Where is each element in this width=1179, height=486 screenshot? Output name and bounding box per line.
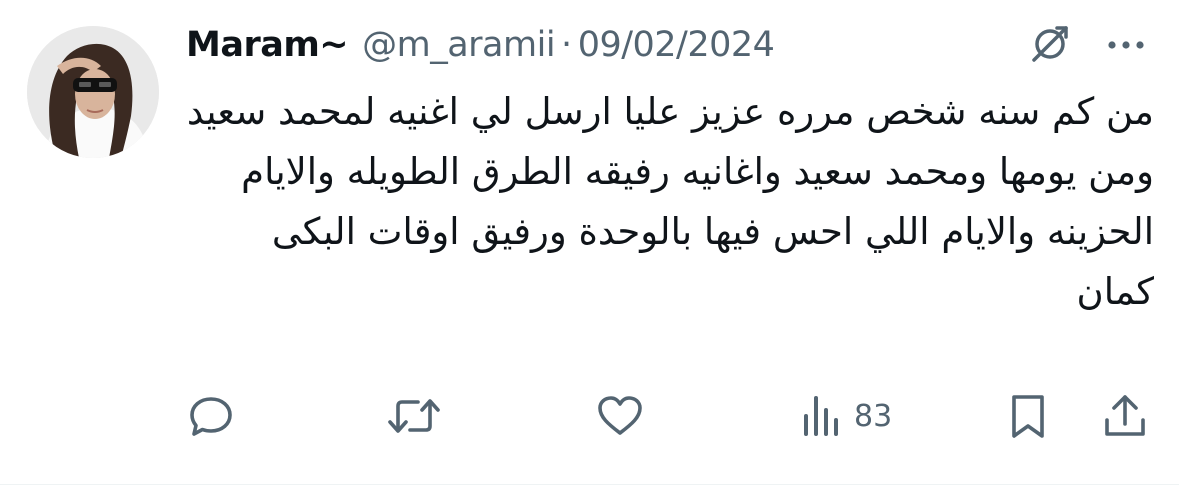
bookmark-icon bbox=[1012, 395, 1044, 438]
tweet-header: Maram~ @m_aramii · 09/02/2024 bbox=[186, 20, 775, 70]
share-button[interactable] bbox=[1100, 388, 1150, 444]
like-button[interactable] bbox=[594, 388, 646, 444]
reply-button[interactable] bbox=[185, 388, 237, 444]
heart-icon bbox=[598, 396, 642, 435]
bookmark-button[interactable] bbox=[1003, 388, 1053, 444]
user-handle[interactable]: @m_aramii bbox=[362, 25, 555, 65]
tweet-date[interactable]: 09/02/2024 bbox=[578, 25, 775, 65]
tweet-card: Maram~ @m_aramii · 09/02/2024 من كم سنه … bbox=[0, 0, 1179, 486]
tweet-paragraph: ومن يومها ومحمد سعيد واغانيه رفيقه الطرق… bbox=[241, 150, 1154, 313]
display-name[interactable]: Maram~ bbox=[186, 25, 349, 65]
tweet-text: من كم سنه شخص مرره عزيز عليا ارسل لي اغن… bbox=[186, 82, 1154, 322]
grok-icon[interactable] bbox=[1026, 20, 1074, 68]
divider bbox=[0, 484, 1179, 485]
views-button[interactable]: 83 bbox=[800, 388, 892, 444]
avatar[interactable] bbox=[27, 26, 159, 158]
retweet-icon bbox=[388, 399, 440, 433]
header-separator: · bbox=[561, 25, 572, 65]
views-count: 83 bbox=[854, 398, 893, 434]
reply-icon bbox=[190, 397, 232, 436]
avatar-photo bbox=[27, 26, 159, 158]
more-icon[interactable] bbox=[1103, 22, 1149, 68]
retweet-button[interactable] bbox=[384, 388, 444, 444]
tweet-paragraph: من كم سنه شخص مرره عزيز عليا ارسل لي اغن… bbox=[186, 90, 1154, 133]
views-icon bbox=[804, 396, 838, 436]
share-icon bbox=[1105, 395, 1145, 436]
